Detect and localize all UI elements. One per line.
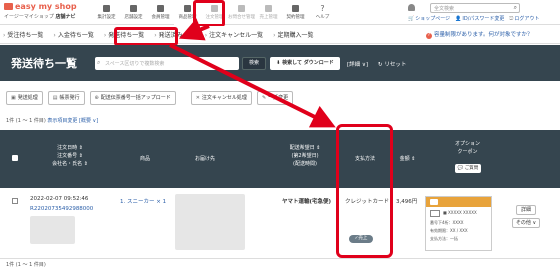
title-bar: 発送待ち一覧 ⌕ スペース区切りで複数検索 検索 ⬇ 検索して ダウンロード [… xyxy=(0,45,560,81)
card-expiry: 有効期限：XX / XXX xyxy=(430,228,468,233)
contract-icon xyxy=(292,5,299,12)
page-title: 発送待ち一覧 xyxy=(11,57,77,70)
header-order[interactable]: 注文日時 ⇕ 注文番号 ⇕ 会社名・氏名 ⇕ xyxy=(40,144,100,168)
highlight-products-nav xyxy=(193,0,225,27)
logo-text: easy my shop xyxy=(15,2,77,11)
logo[interactable]: easy my shop イージーマイショップ 店舗ナビ xyxy=(4,2,89,20)
question-icon: ? xyxy=(320,4,325,13)
upload-tracking-button[interactable]: ⊕ 配送伝票番号一括アップロード xyxy=(89,91,176,105)
display-items-link[interactable]: 表示項目変更 xyxy=(47,118,77,124)
subnav-cancelled[interactable]: › 注文キャンセル一覧 xyxy=(205,30,263,39)
header-links: 🛒ショップページ 👤ID/パスワード変更 ⎋ログアウト xyxy=(408,15,539,22)
print-forms-button[interactable]: ▤ 帳票発行 xyxy=(47,91,85,105)
cart-logo-icon xyxy=(4,3,13,10)
table-header: 注文日時 ⇕ 注文番号 ⇕ 会社名・氏名 ⇕ 商品 お届け先 配送希望日 ⇕ (… xyxy=(0,130,560,188)
card-last4: 番号下4桁：XXXX xyxy=(430,220,464,225)
product-link[interactable]: 1. スニーカー × 1 xyxy=(120,197,166,205)
header-delivery[interactable]: 配送希望日 ⇕ (第2希望日) (配送時間) xyxy=(275,144,335,168)
nav-item-sales[interactable]: 売上管理 xyxy=(255,0,282,25)
order-date: 2022-02-07 09:52:46 xyxy=(30,196,89,202)
ship-process-button[interactable]: ▣ 発送処理 xyxy=(6,91,43,105)
card-payment-type: 支払方法：一括 xyxy=(430,236,458,241)
edit-icon: ✎ xyxy=(261,95,267,101)
header-amount[interactable]: 金額 ⇕ xyxy=(395,155,420,163)
close-icon: ✕ xyxy=(195,95,200,101)
shop-icon xyxy=(184,5,191,12)
global-search-input[interactable]: 全文検索 ⌕ xyxy=(430,3,520,13)
result-count: 1件 (1 ～ 1 件目) 表示項目変更 [概要 ∨] xyxy=(6,118,99,124)
blurred-customer-name xyxy=(30,216,75,244)
blurred-ship-to xyxy=(175,194,245,250)
mail-icon xyxy=(238,5,245,12)
subnav-awaiting-payment[interactable]: › 入金待ち一覧 xyxy=(53,30,93,39)
home-icon xyxy=(103,5,110,12)
action-buttons: ▣ 発送処理 ▤ 帳票発行 ⊕ 配送伝票番号一括アップロード ✕ 注文キャンセル処理 ✎… xyxy=(6,91,294,105)
gear-icon xyxy=(130,5,137,12)
reset-link[interactable]: ↻ リセット xyxy=(378,60,406,68)
question-icon: ? xyxy=(426,33,432,39)
chat-icon: 💬 xyxy=(457,166,465,171)
highlight-awaiting-shipment xyxy=(114,27,178,46)
header-option: オプション クーポン xyxy=(454,141,480,155)
order-number-link[interactable]: R22020735492988000 xyxy=(30,206,93,212)
carrier: ヤマト運輸(宅急便) xyxy=(282,199,332,205)
other-actions-dropdown[interactable]: その他 ∨ xyxy=(512,218,540,228)
logo-subtitle: イージーマイショップ 店舗ナビ xyxy=(4,14,76,20)
keyword-search-input[interactable]: ⌕ スペース区切りで複数検索 xyxy=(95,57,239,70)
nav-item-store-settings[interactable]: 店舗設定 xyxy=(120,0,147,25)
bulk-change-button[interactable]: ✎ 一括変更 xyxy=(256,91,294,105)
upload-icon: ⊕ xyxy=(94,95,99,101)
app-header: easy my shop イージーマイショップ 店舗ナビ 集計設定 店舗設定 会… xyxy=(0,0,560,25)
chart-icon xyxy=(265,5,272,12)
shop-page-link[interactable]: 🛒ショップページ xyxy=(408,15,450,22)
cancel-order-button[interactable]: ✕ 注文キャンセル処理 xyxy=(190,91,252,105)
capacity-notice[interactable]: ? 容量制限があります。何が対象ですか？ xyxy=(426,30,532,39)
footer-result-count: 1件 (1 ～ 1 件目) xyxy=(6,262,46,268)
row-checkbox[interactable] xyxy=(12,198,18,204)
subnav-pending-orders[interactable]: › 受注待ち一覧 xyxy=(3,30,43,39)
highlight-payment-column xyxy=(336,124,393,258)
logout-icon: ⎋ xyxy=(509,16,514,22)
bell-icon[interactable] xyxy=(408,4,415,11)
detail-toggle[interactable]: [詳細 ∨] xyxy=(347,60,368,68)
search-download-button[interactable]: ⬇ 検索して ダウンロード xyxy=(270,57,340,70)
print-icon: ▤ xyxy=(52,95,58,101)
search-icon[interactable]: ⌕ xyxy=(514,4,517,12)
logout-link[interactable]: ⎋ログアウト xyxy=(509,15,539,22)
nav-item-summary[interactable]: 集計設定 xyxy=(93,0,120,25)
coupon-question-button[interactable]: 💬 ご質問 xyxy=(455,164,481,173)
users-icon xyxy=(157,5,164,12)
nav-item-contracts[interactable]: 契約管理 xyxy=(282,0,309,25)
amount: 3,496円 xyxy=(396,199,418,205)
nav-item-inquiries[interactable]: お問合せ管理 xyxy=(228,0,255,25)
payment-card-panel: ■ XXXXX XXXXX 番号下4桁：XXXX 有効期限：XX / XXX 支… xyxy=(425,196,492,251)
credit-card-icon xyxy=(430,210,440,217)
card-holder: ■ XXXXX XXXXX xyxy=(443,210,477,215)
detail-button[interactable]: 詳細 xyxy=(516,205,536,215)
subnav-subscriptions[interactable]: › 定期購入一覧 xyxy=(273,30,313,39)
header-ship-to: お届け先 xyxy=(194,156,215,162)
select-all-checkbox[interactable] xyxy=(12,155,18,161)
user-icon: 👤 xyxy=(455,16,462,22)
search-button[interactable]: 検索 xyxy=(242,57,266,70)
nav-item-help[interactable]: ? ヘルプ xyxy=(309,0,336,25)
cart-icon: 🛒 xyxy=(408,16,415,22)
summary-toggle[interactable]: [概要 ∨] xyxy=(79,118,98,124)
truck-icon: ▣ xyxy=(11,95,16,101)
password-change-link[interactable]: 👤ID/パスワード変更 xyxy=(455,15,504,22)
edit-icon[interactable] xyxy=(430,199,438,205)
header-product: 商品 xyxy=(139,156,150,162)
nav-item-members[interactable]: 会員管理 xyxy=(147,0,174,25)
search-icon: ⌕ xyxy=(97,59,101,66)
